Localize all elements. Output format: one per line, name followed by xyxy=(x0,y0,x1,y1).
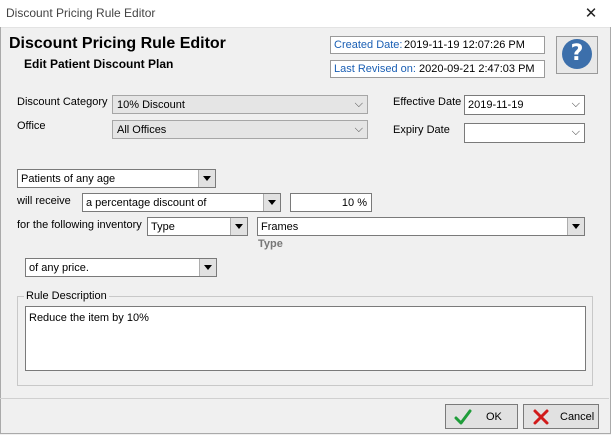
effective-date-value: 2019-11-19 xyxy=(468,99,524,111)
dropdown-button[interactable] xyxy=(198,170,215,187)
patients-select[interactable]: Patients of any age xyxy=(17,169,216,188)
inventory-kind-value: Type xyxy=(151,221,175,233)
office-value: All Offices xyxy=(117,124,167,136)
discount-category-select[interactable]: 10% Discount ⌵ xyxy=(112,95,368,114)
revised-date-label: Last Revised on: xyxy=(334,63,416,75)
ok-label: OK xyxy=(486,411,502,423)
dropdown-button[interactable] xyxy=(199,259,216,276)
page-subtitle: Edit Patient Discount Plan xyxy=(24,57,174,71)
inventory-item-value: Frames xyxy=(261,221,299,233)
triangle-down-icon xyxy=(572,224,580,229)
revised-date-value: 2020-09-21 2:47:03 PM xyxy=(419,63,535,75)
created-date-label: Created Date: xyxy=(334,39,403,51)
page-title: Discount Pricing Rule Editor xyxy=(9,35,226,52)
close-icon[interactable]: ✕ xyxy=(571,0,611,27)
created-date-value: 2019-11-19 12:07:26 PM xyxy=(404,39,525,51)
help-icon: ? xyxy=(562,39,592,69)
window-title: Discount Pricing Rule Editor xyxy=(6,6,156,20)
footer-divider xyxy=(0,398,609,399)
triangle-down-icon xyxy=(268,200,276,205)
triangle-down-icon xyxy=(204,265,212,270)
discount-amount-input[interactable]: 10 % xyxy=(290,193,372,212)
price-select[interactable]: of any price. xyxy=(25,258,217,277)
cancel-button[interactable]: Cancel xyxy=(523,404,599,429)
inventory-item-select[interactable]: Frames xyxy=(257,217,585,236)
title-bar: Discount Pricing Rule Editor ✕ xyxy=(0,0,611,28)
discount-amount-value: 10 % xyxy=(341,197,367,209)
inventory-label: for the following inventory xyxy=(17,219,142,231)
inventory-kind-select[interactable]: Type xyxy=(147,217,248,236)
triangle-down-icon xyxy=(235,224,243,229)
x-icon xyxy=(533,409,549,425)
discount-type-select[interactable]: a percentage discount of xyxy=(82,193,281,212)
will-receive-label: will receive xyxy=(17,195,71,207)
dropdown-button[interactable] xyxy=(230,218,247,235)
expiry-date-picker[interactable]: ⌵ xyxy=(464,123,585,143)
dropdown-button[interactable] xyxy=(263,194,280,211)
dropdown-button[interactable] xyxy=(567,218,584,235)
chevron-down-icon: ⌵ xyxy=(354,123,363,135)
revised-date-box: Last Revised on: 2020-09-21 2:47:03 PM xyxy=(330,60,545,78)
expiry-date-label: Expiry Date xyxy=(393,124,450,136)
chevron-down-icon: ⌵ xyxy=(354,98,363,110)
check-icon xyxy=(454,409,472,425)
discount-category-value: 10% Discount xyxy=(117,99,185,111)
office-label: Office xyxy=(17,120,46,132)
chevron-down-icon[interactable]: ⌵ xyxy=(572,98,580,111)
cancel-label: Cancel xyxy=(560,411,595,423)
price-value: of any price. xyxy=(29,262,89,274)
effective-date-label: Effective Date xyxy=(393,96,462,108)
triangle-down-icon xyxy=(203,176,211,181)
rule-description-textarea[interactable]: Reduce the item by 10% xyxy=(25,306,586,371)
discount-type-value: a percentage discount of xyxy=(86,197,207,209)
ok-button[interactable]: OK xyxy=(445,404,518,429)
office-select[interactable]: All Offices ⌵ xyxy=(112,120,368,139)
patients-value: Patients of any age xyxy=(21,173,116,185)
discount-category-label: Discount Category xyxy=(17,96,108,108)
effective-date-picker[interactable]: 2019-11-19 ⌵ xyxy=(464,95,585,115)
rule-description-text: Reduce the item by 10% xyxy=(29,312,149,324)
rule-description-label: Rule Description xyxy=(26,290,107,302)
help-button[interactable]: ? xyxy=(556,36,598,74)
chevron-down-icon[interactable]: ⌵ xyxy=(572,126,580,139)
inventory-item-caption: Type xyxy=(258,238,283,250)
created-date-box: Created Date: 2019-11-19 12:07:26 PM xyxy=(330,36,545,54)
